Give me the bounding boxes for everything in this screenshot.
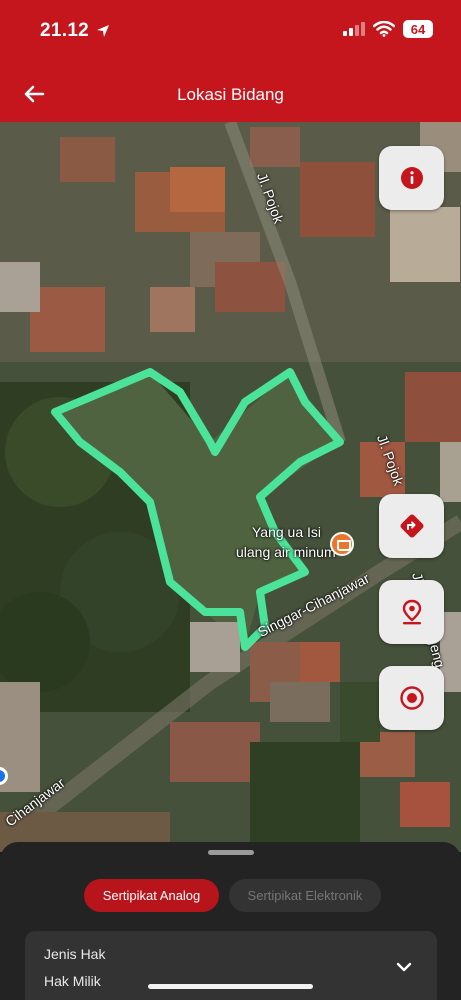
bottom-sheet: Sertipikat Analog Sertipikat Elektronik … <box>0 842 461 1000</box>
info-icon <box>400 167 423 189</box>
jenis-hak-card[interactable]: Jenis Hak Hak Milik <box>25 931 437 1000</box>
wifi-icon <box>373 21 395 37</box>
target-icon <box>399 686 424 710</box>
target-button[interactable] <box>379 666 444 730</box>
tab-sertipikat-elektronik[interactable]: Sertipikat Elektronik <box>229 879 381 912</box>
poi-label-line2: ulang air minum <box>236 544 336 560</box>
app-header: 21.12 64 Lokasi Bidang <box>0 0 461 122</box>
jenis-hak-label: Jenis Hak <box>44 946 106 962</box>
satellite-map[interactable]: Jl. Pojok Jl. Pojok Jl. Nyangegeng Singg… <box>0 122 461 852</box>
chevron-down-icon[interactable] <box>396 959 412 975</box>
cafe-poi-icon[interactable] <box>330 532 354 556</box>
battery-icon: 64 <box>403 20 433 38</box>
location-arrow-icon <box>97 25 109 37</box>
status-time: 21.12 <box>40 20 90 41</box>
directions-button[interactable] <box>379 494 444 558</box>
location-pin-icon <box>402 599 421 625</box>
info-button[interactable] <box>379 146 444 210</box>
status-icons: 64 <box>343 20 433 38</box>
directions-icon <box>400 514 423 538</box>
poi-label-line1: Yang ua Isi <box>252 524 322 540</box>
tab-sertipikat-analog[interactable]: Sertipikat Analog <box>84 879 219 912</box>
sheet-drag-handle[interactable] <box>208 850 254 855</box>
signal-icon <box>343 22 365 36</box>
page-title: Lokasi Bidang <box>177 85 284 104</box>
home-indicator <box>148 984 313 989</box>
jenis-hak-value: Hak Milik <box>44 973 101 989</box>
location-pin-button[interactable] <box>379 580 444 644</box>
